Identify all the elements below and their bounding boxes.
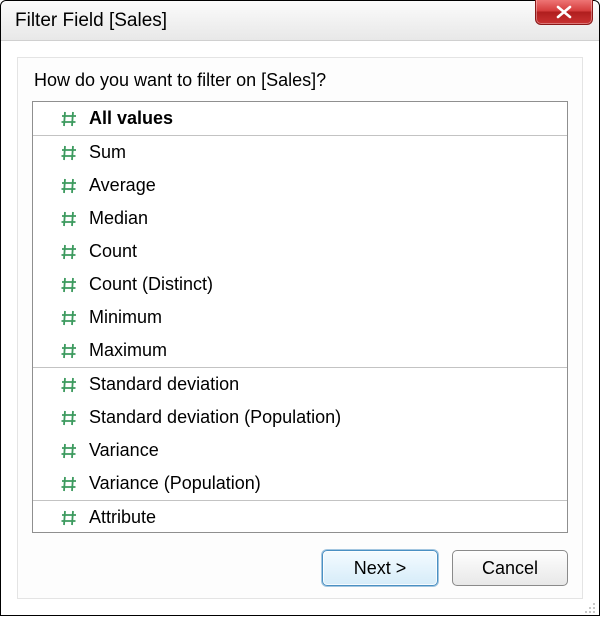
number-icon xyxy=(55,178,83,194)
cancel-button[interactable]: Cancel xyxy=(452,550,568,586)
filter-option-label: Variance xyxy=(89,440,159,461)
number-icon xyxy=(55,510,83,526)
filter-option-label: Count xyxy=(89,241,137,262)
close-button[interactable] xyxy=(535,0,593,25)
number-icon xyxy=(55,476,83,492)
filter-option-median[interactable]: Median xyxy=(33,202,567,235)
number-icon xyxy=(55,310,83,326)
filter-option-std-dev-pop[interactable]: Standard deviation (Population) xyxy=(33,401,567,434)
next-button[interactable]: Next > xyxy=(322,550,438,586)
filter-option-attribute[interactable]: Attribute xyxy=(33,501,567,533)
filter-option-sum[interactable]: Sum xyxy=(33,136,567,169)
filter-option-label: Minimum xyxy=(89,307,162,328)
filter-option-label: Sum xyxy=(89,142,126,163)
filter-option-variance[interactable]: Variance xyxy=(33,434,567,467)
filter-option-label: Standard deviation (Population) xyxy=(89,407,341,428)
dialog-content: How do you want to filter on [Sales]? Al… xyxy=(17,57,583,599)
dialog-buttons: Next > Cancel xyxy=(322,550,568,586)
resize-grip[interactable] xyxy=(582,598,596,612)
window-title: Filter Field [Sales] xyxy=(15,1,589,41)
filter-option-label: Median xyxy=(89,208,148,229)
filter-option-std-dev[interactable]: Standard deviation xyxy=(33,368,567,401)
filter-option-label: Maximum xyxy=(89,340,167,361)
number-icon xyxy=(55,410,83,426)
filter-option-variance-pop[interactable]: Variance (Population) xyxy=(33,467,567,500)
number-icon xyxy=(55,277,83,293)
filter-option-label: Standard deviation xyxy=(89,374,239,395)
filter-option-label: Attribute xyxy=(89,507,156,528)
title-bar: Filter Field [Sales] xyxy=(1,1,599,41)
number-icon xyxy=(55,111,83,127)
number-icon xyxy=(55,443,83,459)
filter-option-count[interactable]: Count xyxy=(33,235,567,268)
filter-option-count-distinct[interactable]: Count (Distinct) xyxy=(33,268,567,301)
filter-option-label: Count (Distinct) xyxy=(89,274,213,295)
dialog-window: Filter Field [Sales] How do you want to … xyxy=(0,0,600,616)
number-icon xyxy=(55,343,83,359)
filter-option-label: Variance (Population) xyxy=(89,473,261,494)
prompt-text: How do you want to filter on [Sales]? xyxy=(34,70,568,91)
number-icon xyxy=(55,377,83,393)
close-icon xyxy=(555,5,573,19)
filter-option-all-values[interactable]: All values xyxy=(33,102,567,135)
filter-option-label: All values xyxy=(89,108,173,129)
filter-option-maximum[interactable]: Maximum xyxy=(33,334,567,367)
number-icon xyxy=(55,145,83,161)
filter-option-minimum[interactable]: Minimum xyxy=(33,301,567,334)
filter-option-label: Average xyxy=(89,175,156,196)
filter-option-average[interactable]: Average xyxy=(33,169,567,202)
number-icon xyxy=(55,244,83,260)
number-icon xyxy=(55,211,83,227)
filter-options-list: All values Sum Average Median Count xyxy=(32,101,568,533)
